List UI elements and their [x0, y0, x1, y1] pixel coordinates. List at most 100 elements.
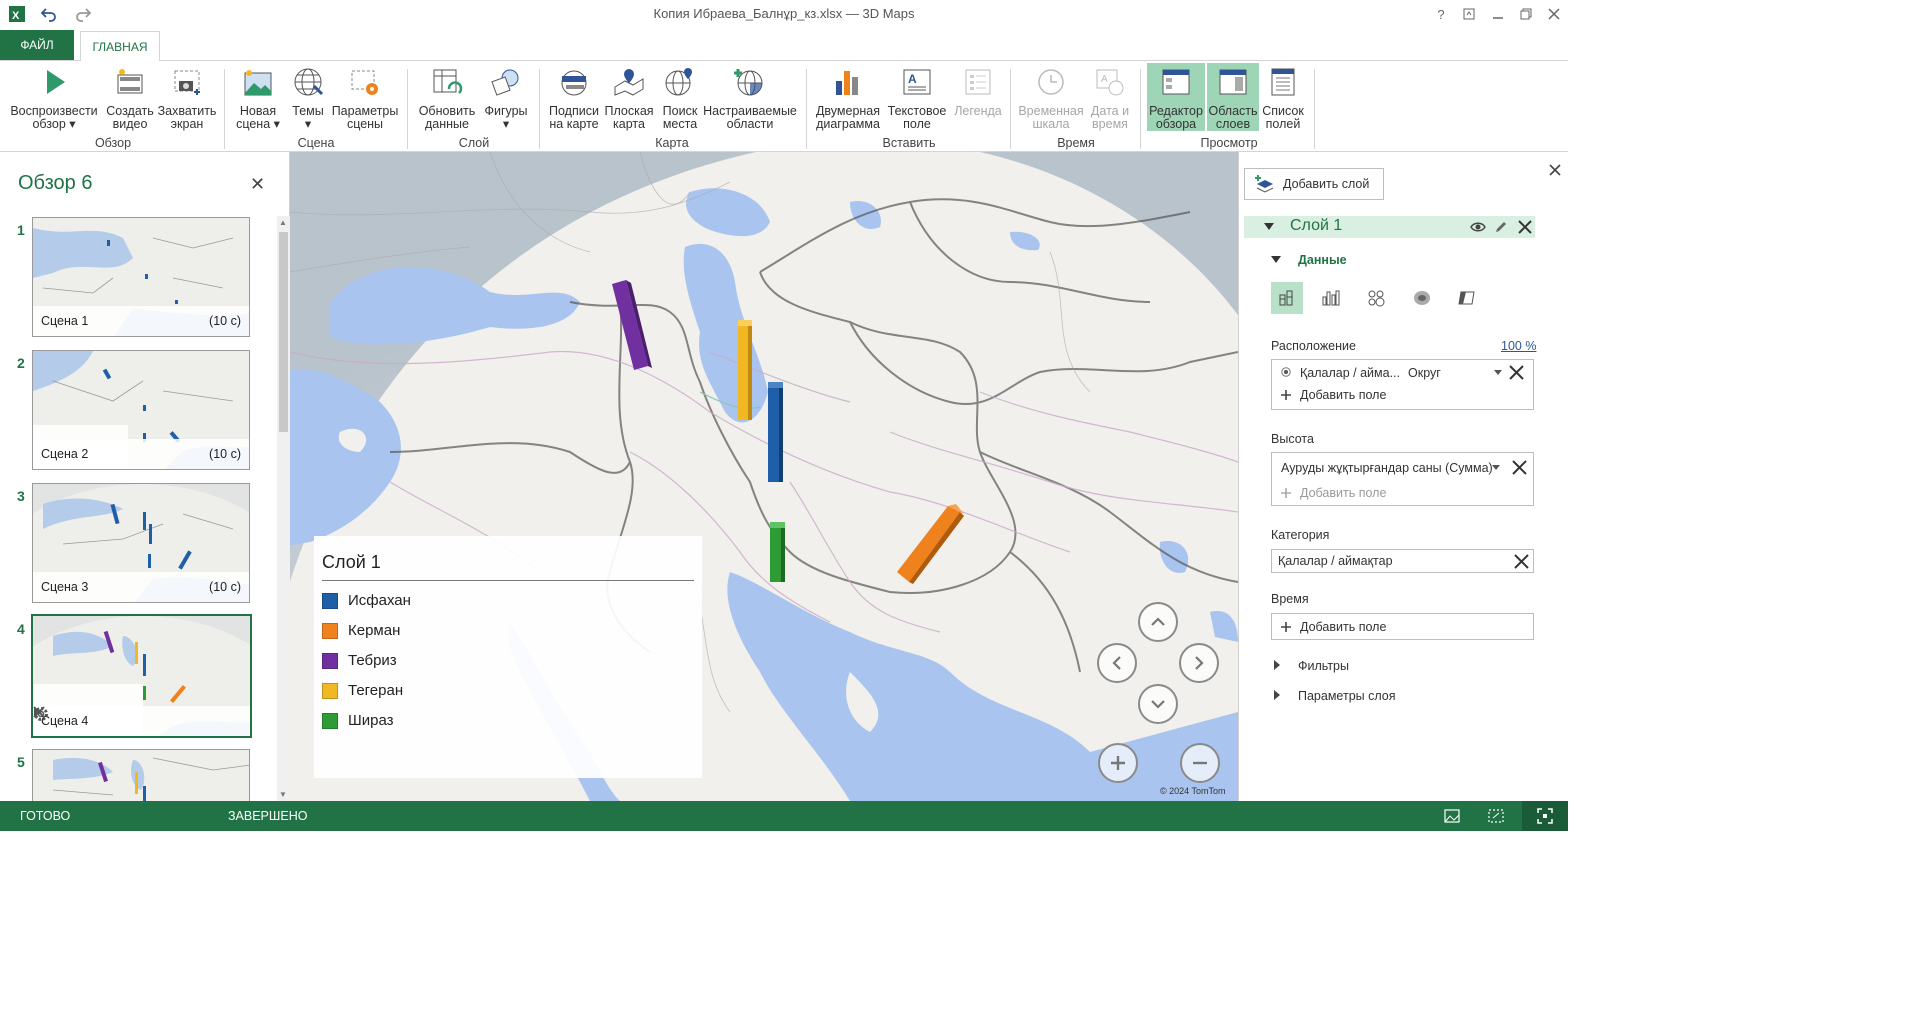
layer-options-section[interactable]: Параметры слоя [1298, 689, 1396, 703]
location-add-field[interactable]: Добавить поле [1300, 388, 1386, 402]
delete-layer-icon[interactable] [1518, 220, 1532, 234]
restore-icon[interactable] [1515, 4, 1537, 24]
tab-file[interactable]: ФАЙЛ [0, 30, 74, 60]
play-tour-button[interactable]: Воспроизвести обзор ▾ [10, 65, 98, 131]
eye-icon[interactable] [1470, 221, 1486, 233]
tilt-up-button[interactable] [1138, 602, 1178, 642]
flat-map-button[interactable]: Плоская карта [604, 65, 654, 131]
scene-delete-icon[interactable] [33, 706, 45, 718]
scene-thumbnail-4[interactable]: Сцена 4 [31, 614, 252, 738]
date-time-icon: A [1093, 65, 1127, 99]
dropdown-arrow-icon[interactable] [1494, 370, 1502, 375]
scene-options-button[interactable]: Параметры сцены [332, 65, 398, 131]
minimize-icon[interactable] [1487, 4, 1509, 24]
scene-thumbnail-1[interactable]: Сцена 1 (10 с) [32, 217, 250, 337]
rotate-left-button[interactable] [1097, 643, 1137, 683]
new-scene-button[interactable]: Новая сцена ▾ [234, 65, 282, 131]
scene-thumbnail-3[interactable]: Сцена 3 (10 с) [32, 483, 250, 603]
collapse-arrow-icon[interactable] [1264, 223, 1274, 231]
scene-thumbnail-5[interactable] [32, 749, 250, 801]
filters-section[interactable]: Фильтры [1298, 659, 1349, 673]
clustered-column-icon[interactable] [1316, 282, 1348, 314]
expand-arrow-icon[interactable] [1274, 660, 1280, 670]
category-field-name[interactable]: Қалалар / аймақтар [1278, 554, 1393, 568]
fullscreen-icon[interactable] [1522, 801, 1568, 831]
ribbon-display-icon[interactable] [1458, 4, 1480, 24]
group-tour-label: Обзор [94, 136, 132, 150]
legend-label: Исфахан [348, 592, 411, 609]
location-percent-link[interactable]: 100 % [1501, 339, 1536, 353]
play-icon [37, 65, 71, 99]
tour-editor-button[interactable]: Редактор обзора [1147, 63, 1205, 131]
scene-name: Сцена 3 [41, 580, 89, 594]
themes-button[interactable]: Темы ▾ [287, 65, 329, 131]
zoom-out-button[interactable] [1180, 743, 1220, 783]
scroll-down-icon[interactable]: ▼ [279, 790, 287, 799]
add-layer-button[interactable]: Добавить слой [1244, 168, 1384, 200]
remove-height-icon[interactable] [1512, 460, 1527, 475]
help-icon[interactable]: ? [1430, 4, 1452, 24]
timeline-button[interactable]: Временная шкала [1016, 65, 1086, 131]
create-video-button[interactable]: Создать видео [104, 65, 156, 131]
height-field-name[interactable]: Ауруды жұқтырғандар саны (Сумма) [1281, 461, 1493, 475]
scene-name: Сцена 1 [41, 314, 89, 328]
plus-icon [1281, 390, 1291, 400]
layer-pane-close-icon[interactable] [1549, 164, 1561, 179]
region-icon[interactable] [1451, 282, 1483, 314]
plus-icon [1281, 622, 1291, 632]
heat-map-icon[interactable] [1406, 282, 1438, 314]
tilt-down-button[interactable] [1138, 684, 1178, 724]
bar-tehran[interactable] [738, 320, 752, 420]
location-type-select[interactable]: Округ [1408, 366, 1441, 380]
time-add-field[interactable]: Добавить поле [1300, 620, 1386, 634]
layer-pane-button[interactable]: Область слоев [1207, 63, 1259, 131]
shapes-button[interactable]: Фигуры ▾ [482, 65, 530, 131]
bar-tabriz[interactable] [612, 280, 652, 370]
fit-view-icon[interactable] [1484, 807, 1508, 825]
custom-regions-button[interactable]: Настраиваемые области [703, 65, 797, 131]
layer-header[interactable]: Слой 1 [1244, 216, 1535, 238]
chart-2d-button[interactable]: Двумерная диаграмма [814, 65, 882, 131]
title-bar: X Копия Ибраева_Балнұр_кз.xlsx — 3D Maps… [0, 0, 1568, 30]
remove-location-icon[interactable] [1509, 365, 1524, 380]
legend-swatch [322, 592, 338, 609]
close-icon[interactable] [1543, 4, 1565, 24]
text-box-button[interactable]: A Текстовое поле [886, 65, 948, 131]
map-labels-button[interactable]: Подписи на карте [546, 65, 602, 131]
height-add-field[interactable]: Добавить поле [1300, 486, 1386, 500]
tab-home[interactable]: ГЛАВНАЯ [80, 31, 160, 61]
scroll-thumb[interactable] [279, 232, 288, 432]
expand-arrow-icon[interactable] [1274, 690, 1280, 700]
scene-caption: Сцена 2 (10 с) [33, 439, 249, 469]
time-field-box[interactable]: Добавить поле [1271, 613, 1534, 640]
bar-shiraz[interactable] [770, 522, 785, 582]
remove-category-icon[interactable] [1514, 554, 1529, 569]
scene-thumbnail-2[interactable]: Сцена 2 (10 с) [32, 350, 250, 470]
radio-selected-icon[interactable] [1281, 367, 1291, 377]
edit-pencil-icon[interactable] [1494, 220, 1508, 234]
legend-button[interactable]: Легенда [952, 65, 1004, 118]
refresh-data-button[interactable]: Обновить данные [416, 65, 478, 131]
bar-isfahan[interactable] [768, 382, 783, 482]
bubble-icon[interactable] [1361, 282, 1393, 314]
field-list-button[interactable]: Список полей [1261, 65, 1305, 131]
rotate-right-button[interactable] [1179, 643, 1219, 683]
scene-caption: Сцена 4 [33, 706, 250, 736]
zoom-in-button[interactable] [1098, 743, 1138, 783]
screenshot-view-icon[interactable] [1440, 807, 1464, 825]
data-collapse-icon[interactable] [1271, 256, 1281, 264]
field-list-icon [1266, 65, 1300, 99]
find-location-button[interactable]: Поиск места [658, 65, 702, 131]
tour-scrollbar[interactable]: ▲ ▼ [277, 216, 290, 801]
stacked-column-icon[interactable] [1271, 282, 1303, 314]
bar-kerman[interactable] [897, 504, 964, 584]
map-canvas[interactable]: Слой 1 Исфахан Керман Тебриз Тегеран Шир… [290, 152, 1238, 801]
tour-close-icon[interactable]: ✕ [250, 174, 265, 195]
scroll-up-icon[interactable]: ▲ [279, 218, 287, 227]
dropdown-arrow-icon[interactable] [1492, 465, 1500, 470]
capture-screen-button[interactable]: Захватить экран [158, 65, 216, 131]
legend-divider [322, 580, 694, 581]
map-copyright: © 2024 TomTom [1160, 786, 1226, 796]
map-legend[interactable]: Слой 1 Исфахан Керман Тебриз Тегеран Шир… [314, 536, 702, 778]
date-time-button[interactable]: A Дата и время [1088, 65, 1132, 131]
